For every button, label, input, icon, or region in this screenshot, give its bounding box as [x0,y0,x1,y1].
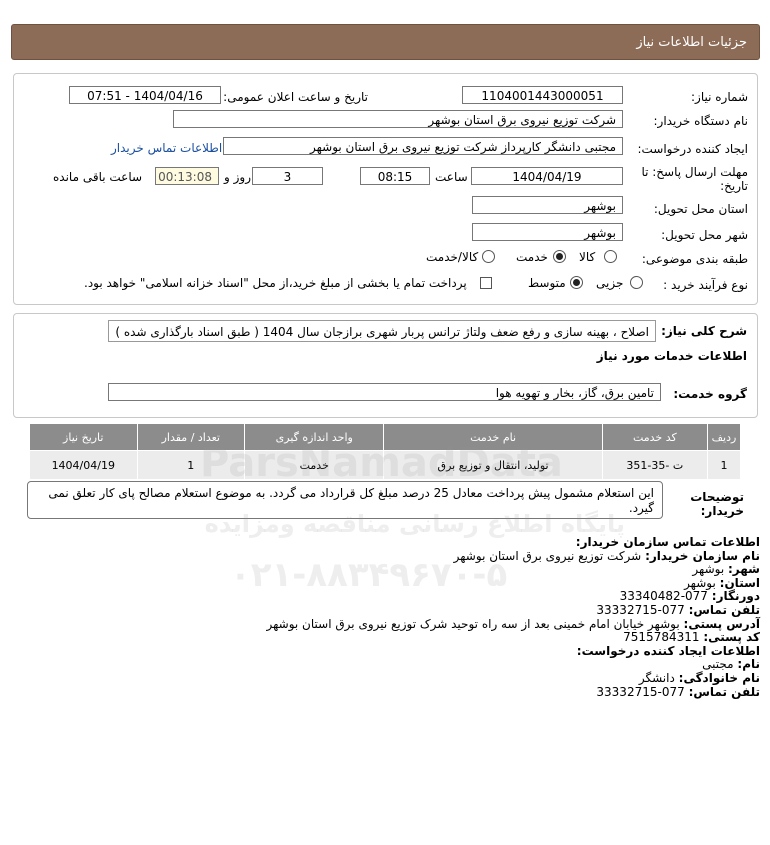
creator-name-value: مجتبی [702,657,734,672]
deadline-label-date: تاریخ: [720,179,748,193]
category-goods-service-radio[interactable] [482,250,495,263]
province-field: بوشهر [472,196,623,214]
treasury-payment-checkbox[interactable] [480,277,492,289]
announce-field: 1404/04/16 - 07:51 [69,86,221,104]
category-service-label: خدمت [516,250,548,264]
buyer-notes-label: توضیحات خریدار: [690,490,744,518]
watermark-phone: ۰۲۱-۸۸۳۴۹۶۷۰-۵ [230,555,508,595]
buyer-org-label: نام سازمان خریدار: [645,548,760,563]
category-label: طبقه بندی موضوعی: [641,252,748,266]
creator-phone-label: تلفن تماس: [688,684,760,699]
buyer-address-label: آدرس پستی: [683,616,760,631]
page-title: جزئیات اطلاعات نیاز [636,35,747,50]
province-label: استان محل تحویل: [653,202,748,216]
buyer-contact-link[interactable]: اطلاعات تماس خریدار [111,141,222,155]
creator-label: ایجاد کننده درخواست: [637,142,748,156]
days-label: روز و [224,170,251,184]
announce-label: تاریخ و ساعت اعلان عمومی: [223,90,368,104]
need-number-field: 1104001443000051 [462,86,623,104]
buyer-province-label: استان: [719,575,760,590]
process-minor-label: جزیی [596,276,624,290]
process-medium-radio[interactable] [570,276,583,289]
buyer-field: شرکت توزیع نیروی برق استان بوشهر [173,110,623,128]
col-date-header: تاریخ نیاز [29,423,138,451]
treasury-payment-text: پرداخت تمام یا بخشی از مبلغ خرید،از محل … [84,276,467,290]
category-goods-label: کالا [579,250,596,264]
creator-family-label: نام خانوادگی: [678,670,760,685]
process-medium-label: متوسط [528,276,566,290]
service-group-field: تامین برق، گاز، بخار و تهویه هوا [108,383,661,401]
category-goods-radio[interactable] [604,250,617,263]
creator-name-label: نام: [737,657,760,672]
col-row-header: ردیف [707,423,741,451]
creator-family-value: دانشگر [638,670,675,685]
buyer-city-value: بوشهر [692,562,725,577]
need-details-panel [13,73,758,305]
process-minor-radio[interactable] [630,276,643,289]
days-field: 3 [252,167,323,185]
watermark-tagline: پایگاه اطلاع رسانی مناقصه ومزایده [204,510,625,538]
buyer-phone-label: تلفن تماس: [688,602,760,617]
need-number-label: شماره نیاز: [691,90,748,104]
category-goods-service-label: کالا/خدمت [426,250,479,264]
city-field: بوشهر [472,223,623,241]
watermark-brand: ParsNamadData [200,440,563,486]
description-label: شرح کلی نیاز: [661,324,747,338]
deadline-time-field: 08:15 [360,167,430,185]
cell-row: 1 [707,450,741,480]
buyer-phone-value: 077-33332715 [596,602,685,617]
buyer-fax-label: دورنگار: [711,589,760,604]
category-service-radio[interactable] [553,250,566,263]
remaining-time-field: 00:13:08 [155,167,219,185]
buyer-city-label: شهر: [728,562,760,577]
process-label: نوع فرآیند خرید : [663,278,748,292]
remaining-label: ساعت باقی مانده [53,170,143,184]
buyer-postal-label: کد پستی: [703,630,760,645]
buyer-province-value: بوشهر [684,575,716,590]
city-label: شهر محل تحویل: [661,228,748,242]
services-title: اطلاعات خدمات مورد نیاز [596,349,747,363]
deadline-date-field: 1404/04/19 [471,167,623,185]
cell-date: 1404/04/19 [29,450,138,480]
creator-contact-title: اطلاعات ایجاد کننده درخواست: [576,643,760,658]
buyer-label: نام دستگاه خریدار: [653,114,749,128]
time-label: ساعت [435,170,468,184]
buyer-postal-value: 7515784311 [623,630,700,645]
buyer-contact-title: اطلاعات تماس سازمان خریدار: [575,535,760,549]
creator-phone-value: 077-33332715 [596,684,685,699]
page-header: جزئیات اطلاعات نیاز [11,24,760,60]
deadline-label: مهلت ارسال پاسخ: تا [641,165,748,179]
service-group-label: گروه خدمت: [673,387,747,401]
buyer-address-value: بوشهر خیابان امام خمینی بعد از سه راه تو… [266,616,680,631]
description-field: اصلاح ، بهینه سازی و رفع ضعف ولتاژ ترانس… [108,320,656,342]
creator-field: مجتبی دانشگر کارپرداز شرکت توزیع نیروی ب… [223,137,623,155]
